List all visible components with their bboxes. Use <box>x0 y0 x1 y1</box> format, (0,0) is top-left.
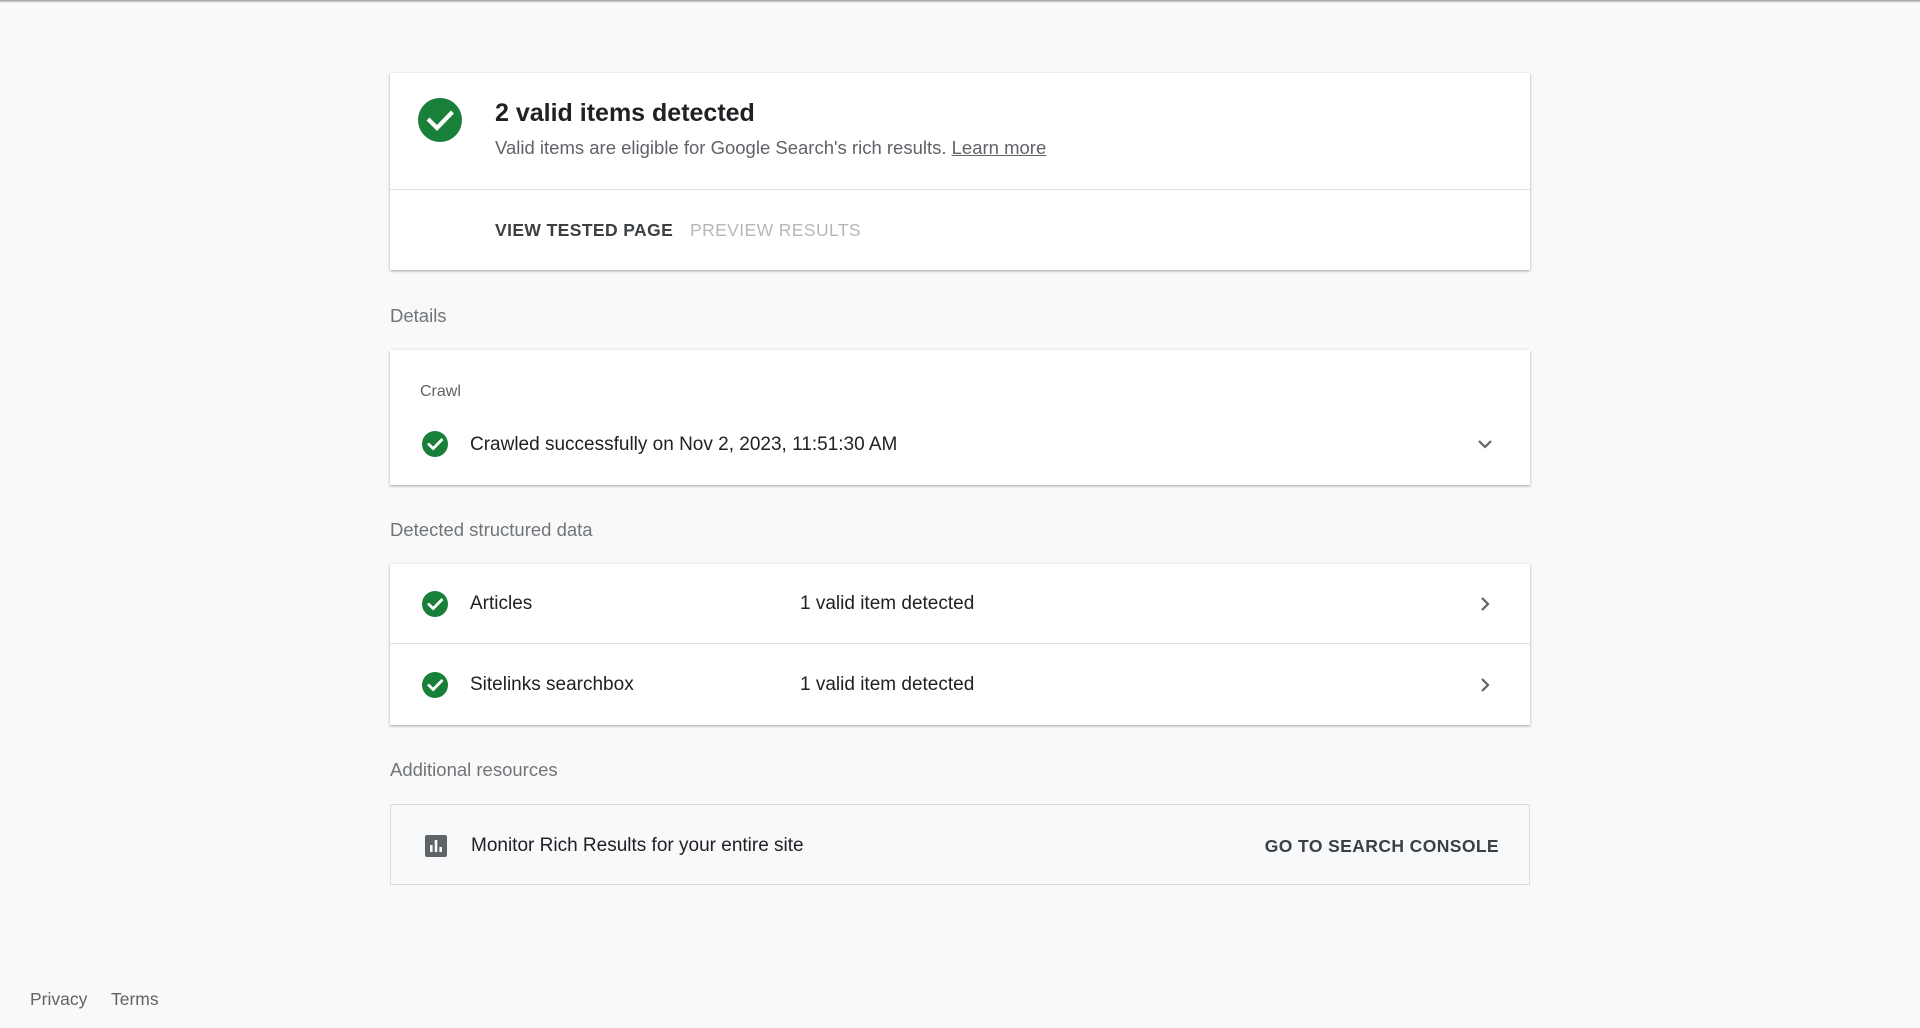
structured-data-status: 1 valid item detected <box>800 593 975 614</box>
top-bar-shadow <box>0 0 1920 3</box>
terms-link[interactable]: Terms <box>111 989 159 1010</box>
results-container: 2 valid items detected Valid items are e… <box>390 73 1530 885</box>
structured-data-heading: Detected structured data <box>390 519 593 540</box>
crawl-status: Crawled successfully on Nov 2, 2023, 11:… <box>470 434 898 455</box>
details-heading: Details <box>390 305 447 326</box>
chevron-right-icon <box>1473 673 1497 697</box>
summary-card: 2 valid items detected Valid items are e… <box>390 73 1530 270</box>
check-circle-icon <box>422 672 448 698</box>
check-circle-icon <box>422 431 448 457</box>
privacy-link[interactable]: Privacy <box>30 989 87 1010</box>
structured-data-row-articles[interactable]: Articles 1 valid item detected <box>390 564 1530 644</box>
chevron-down-icon[interactable] <box>1473 432 1497 456</box>
summary-subtitle-text: Valid items are eligible for Google Sear… <box>495 137 947 158</box>
structured-data-row-sitelinks-searchbox[interactable]: Sitelinks searchbox 1 valid item detecte… <box>390 645 1530 725</box>
bar-chart-icon <box>425 835 447 857</box>
resources-card: Monitor Rich Results for your entire sit… <box>390 804 1530 885</box>
go-to-search-console-button[interactable]: GO TO SEARCH CONSOLE <box>1265 836 1499 857</box>
check-circle-icon <box>422 591 448 617</box>
chevron-right-icon <box>1473 592 1497 616</box>
structured-data-card: Articles 1 valid item detected Sitelinks… <box>390 564 1530 725</box>
view-tested-page-button[interactable]: VIEW TESTED PAGE <box>495 220 673 241</box>
resources-text: Monitor Rich Results for your entire sit… <box>471 835 804 856</box>
preview-results-button[interactable]: PREVIEW RESULTS <box>690 220 861 241</box>
structured-data-name: Articles <box>470 593 533 614</box>
learn-more-link[interactable]: Learn more <box>952 137 1047 158</box>
crawl-caption: Crawl <box>420 383 461 400</box>
summary-actions: VIEW TESTED PAGE PREVIEW RESULTS <box>390 190 1530 270</box>
structured-data-status: 1 valid item detected <box>800 674 975 695</box>
summary-subtitle: Valid items are eligible for Google Sear… <box>495 137 1046 159</box>
additional-resources-heading: Additional resources <box>390 759 558 780</box>
summary-header: 2 valid items detected Valid items are e… <box>390 73 1530 190</box>
check-circle-icon <box>418 98 462 142</box>
structured-data-name: Sitelinks searchbox <box>470 674 634 695</box>
crawl-card: Crawl Crawled successfully on Nov 2, 202… <box>390 350 1530 485</box>
summary-title: 2 valid items detected <box>495 99 755 127</box>
